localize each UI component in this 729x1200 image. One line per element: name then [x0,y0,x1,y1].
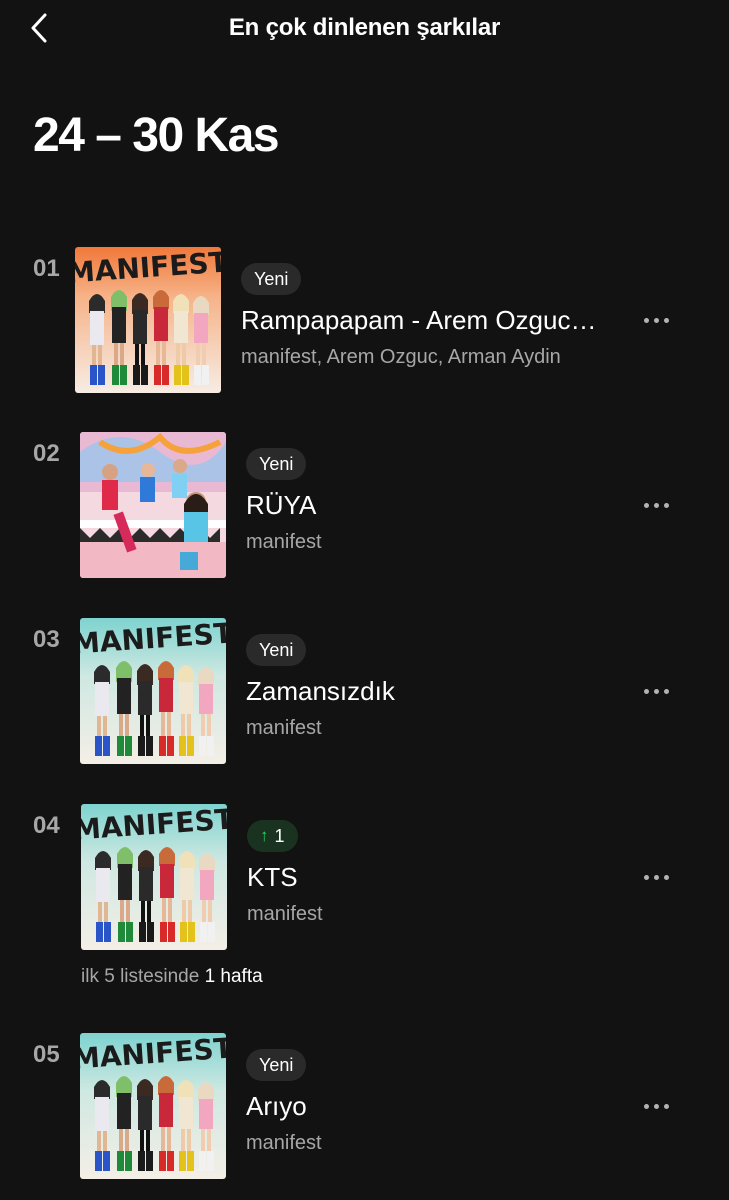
dot-icon [663,502,669,508]
more-options-button[interactable] [636,676,676,706]
track-title: KTS [247,862,298,892]
new-badge: Yeni [246,1049,307,1081]
top-bar: En çok dinlenen şarkılar [0,0,729,60]
track-info: Yeni Arıyo manifest [246,1049,616,1155]
more-options-button[interactable] [636,305,676,335]
week-range-heading: 24 – 30 Kas [33,109,280,162]
new-badge: Yeni [246,448,307,480]
dot-icon [643,874,649,880]
more-options-button[interactable] [636,862,676,892]
dot-icon [653,1103,659,1109]
dot-icon [643,1103,649,1109]
track-info: ↑ 1 KTS manifest [247,820,617,926]
dot-icon [663,688,669,694]
track-info: Yeni Rampapapam - Arem Ozguc… manifest, … [241,263,611,369]
track-row-4[interactable]: 04 MANIFEST ↑ 1 KTS manifest [0,804,729,954]
track-title: Arıyo [246,1091,307,1121]
dot-icon [653,502,659,508]
new-badge: Yeni [246,634,307,666]
track-info: Yeni Zamansızdık manifest [246,634,616,740]
badge-label: 1 [274,825,285,846]
dot-icon [653,317,659,323]
track-rank: 05 [33,1041,60,1068]
track-rank: 04 [33,812,60,839]
album-cover: MANIFEST [80,618,226,764]
weeks-note-prefix: ilk 5 listesinde [81,966,200,987]
album-cover: MANIFEST [81,804,227,950]
track-artists: manifest [246,531,322,553]
badge-label: Yeni [259,1054,294,1075]
rank-change-badge: ↑ 1 [247,820,298,852]
more-options-button[interactable] [636,490,676,520]
dot-icon [643,317,649,323]
album-cover [80,432,226,578]
dot-icon [643,502,649,508]
dot-icon [663,317,669,323]
album-cover: MANIFEST [75,247,221,393]
track-artists: manifest [247,903,323,925]
weeks-in-top5-note: ilk 5 listesinde 1 hafta [81,966,263,988]
badge-label: Yeni [254,268,289,289]
track-title: RÜYA [246,490,317,520]
track-artists: manifest [246,717,322,739]
new-badge: Yeni [241,263,302,295]
arrow-up-icon: ↑ [260,826,269,845]
track-rank: 01 [33,255,60,282]
dot-icon [653,874,659,880]
badge-label: Yeni [259,453,294,474]
track-rank: 03 [33,626,60,653]
dot-icon [653,688,659,694]
album-cover: MANIFEST [80,1033,226,1179]
badge-label: Yeni [259,639,294,660]
track-title: Rampapapam - Arem Ozguc… [241,305,597,335]
dot-icon [663,874,669,880]
track-artists: manifest, Arem Ozguc, Arman Aydin [241,346,561,368]
track-row-2[interactable]: 02 Yeni RÜYA manifest [0,432,729,582]
dot-icon [663,1103,669,1109]
track-info: Yeni RÜYA manifest [246,448,616,554]
track-title: Zamansızdık [246,676,395,706]
track-artists: manifest [246,1132,322,1154]
track-row-1[interactable]: 01 MANIFEST Yeni Rampapapam - Arem Ozguc… [0,247,729,397]
track-rank: 02 [33,440,60,467]
dot-icon [643,688,649,694]
page-title: En çok dinlenen şarkılar [228,14,501,41]
weeks-note-value: 1 hafta [204,966,263,987]
track-row-5[interactable]: 05 MANIFEST Yeni Arıyo manifest [0,1033,729,1183]
track-row-3[interactable]: 03 MANIFEST Yeni Zamansızdık manifest [0,618,729,768]
more-options-button[interactable] [636,1091,676,1121]
